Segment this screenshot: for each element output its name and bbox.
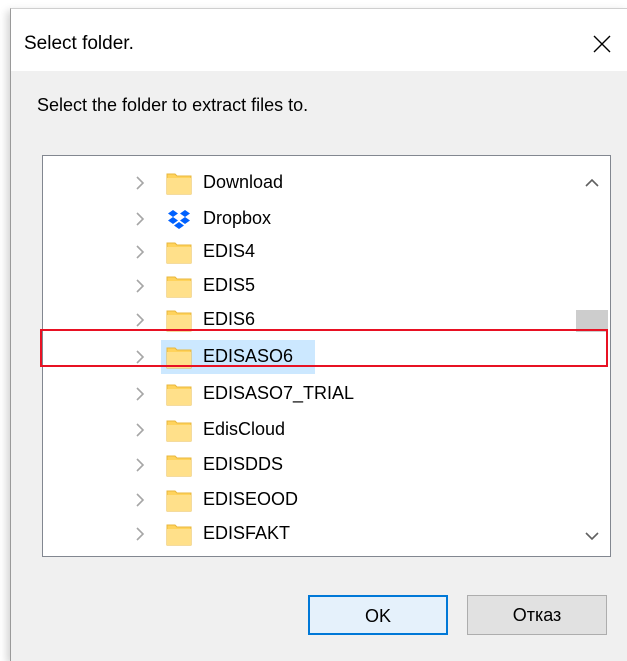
- chevron-right-icon[interactable]: [132, 211, 148, 227]
- ok-button[interactable]: OK: [308, 595, 448, 635]
- dropbox-icon: [168, 210, 190, 229]
- tree-item-label: Dropbox: [203, 208, 272, 228]
- chevron-right-icon[interactable]: [132, 175, 148, 191]
- tree-item-label: EDISASO7_TRIAL: [203, 383, 355, 403]
- tree-item-label: EDIS4: [203, 241, 256, 261]
- scroll-down-icon[interactable]: [584, 528, 600, 544]
- chevron-right-icon[interactable]: [132, 492, 148, 508]
- scroll-up-icon[interactable]: [584, 175, 600, 191]
- folder-icon: [166, 455, 192, 477]
- tree-item-edisdds[interactable]: EDISDDS: [43, 448, 575, 482]
- cancel-button[interactable]: Отказ: [467, 595, 607, 635]
- tree-item-edis5[interactable]: EDIS5: [43, 269, 575, 303]
- chevron-right-icon[interactable]: [132, 457, 148, 473]
- tree-item-download[interactable]: Download: [43, 166, 575, 200]
- tree-item-label: EdisCloud: [203, 419, 286, 439]
- folder-icon: [166, 173, 192, 195]
- tree-item-edis4[interactable]: EDIS4: [43, 235, 575, 269]
- folder-icon: [166, 420, 192, 442]
- chevron-right-icon[interactable]: [132, 386, 148, 402]
- tree-item-ediseood[interactable]: EDISEOOD: [43, 483, 575, 517]
- folder-icon: [166, 384, 192, 406]
- tree-item-label: EDIS5: [203, 275, 256, 295]
- tree-item-label: EDISEOOD: [203, 489, 299, 509]
- folder-icon: [166, 490, 192, 512]
- chevron-right-icon[interactable]: [132, 278, 148, 294]
- close-icon: [593, 35, 611, 53]
- tree-item-ediscloud[interactable]: EdisCloud: [43, 413, 575, 447]
- dialog-title: Select folder.: [24, 33, 134, 54]
- title-bar: Select folder.: [11, 9, 627, 71]
- chevron-right-icon[interactable]: [132, 526, 148, 542]
- tree-item-label: Download: [203, 172, 284, 192]
- tree-item-label: EDISFAKT: [203, 523, 291, 543]
- tree-item-label: EDIS6: [203, 309, 256, 329]
- close-button[interactable]: [579, 23, 625, 63]
- instruction-text: Select the folder to extract files to.: [37, 95, 309, 115]
- folder-icon: [166, 276, 192, 298]
- chevron-right-icon[interactable]: [132, 244, 148, 260]
- annotation-highlight-box: [40, 329, 608, 367]
- tree-item-edisaso7-trial[interactable]: EDISASO7_TRIAL: [43, 377, 575, 411]
- tree-item-dropbox[interactable]: Dropbox: [43, 202, 575, 236]
- folder-icon: [166, 524, 192, 546]
- tree-item-edisfakt[interactable]: EDISFAKT: [43, 517, 575, 551]
- chevron-right-icon[interactable]: [132, 422, 148, 438]
- folder-icon: [166, 242, 192, 264]
- chevron-right-icon[interactable]: [132, 312, 148, 328]
- tree-item-label: EDISDDS: [203, 454, 284, 474]
